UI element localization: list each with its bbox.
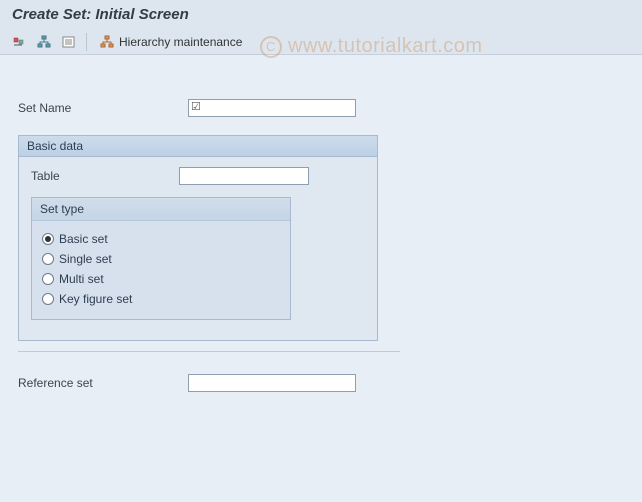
table-row: Table	[31, 167, 365, 185]
divider	[18, 351, 400, 352]
radio-label: Basic set	[59, 232, 108, 246]
basic-data-title: Basic data	[19, 136, 377, 157]
content-area: Set Name ☑ Basic data Table Set type Bas…	[0, 55, 642, 402]
display-icon[interactable]	[8, 32, 30, 52]
reference-set-row: Reference set	[18, 374, 624, 392]
set-type-title: Set type	[32, 198, 290, 221]
set-name-row: Set Name ☑	[18, 99, 624, 117]
toolbar: Hierarchy maintenance	[0, 29, 642, 55]
reference-set-label: Reference set	[18, 376, 188, 390]
set-name-input[interactable]	[188, 99, 356, 117]
radio-icon	[42, 273, 54, 285]
page-title: Create Set: Initial Screen	[0, 0, 642, 29]
basic-data-group: Basic data Table Set type Basic set Sing…	[18, 135, 378, 341]
hierarchy-icon[interactable]	[33, 32, 55, 52]
radio-basic-set[interactable]: Basic set	[42, 229, 280, 249]
radio-icon	[42, 293, 54, 305]
table-input[interactable]	[179, 167, 309, 185]
radio-icon	[42, 233, 54, 245]
toolbar-separator	[86, 33, 87, 51]
table-label: Table	[31, 169, 179, 183]
radio-icon	[42, 253, 54, 265]
radio-multi-set[interactable]: Multi set	[42, 269, 280, 289]
set-type-group: Set type Basic set Single set Multi set	[31, 197, 291, 320]
list-icon[interactable]	[58, 32, 80, 52]
radio-label: Multi set	[59, 272, 104, 286]
hierarchy-maintenance-button[interactable]: Hierarchy maintenance	[93, 33, 248, 51]
radio-single-set[interactable]: Single set	[42, 249, 280, 269]
hierarchy-maint-icon	[99, 35, 115, 49]
reference-set-input[interactable]	[188, 374, 356, 392]
set-name-label: Set Name	[18, 101, 188, 115]
radio-label: Single set	[59, 252, 112, 266]
radio-key-figure-set[interactable]: Key figure set	[42, 289, 280, 309]
hierarchy-maintenance-label: Hierarchy maintenance	[119, 35, 242, 49]
radio-label: Key figure set	[59, 292, 132, 306]
